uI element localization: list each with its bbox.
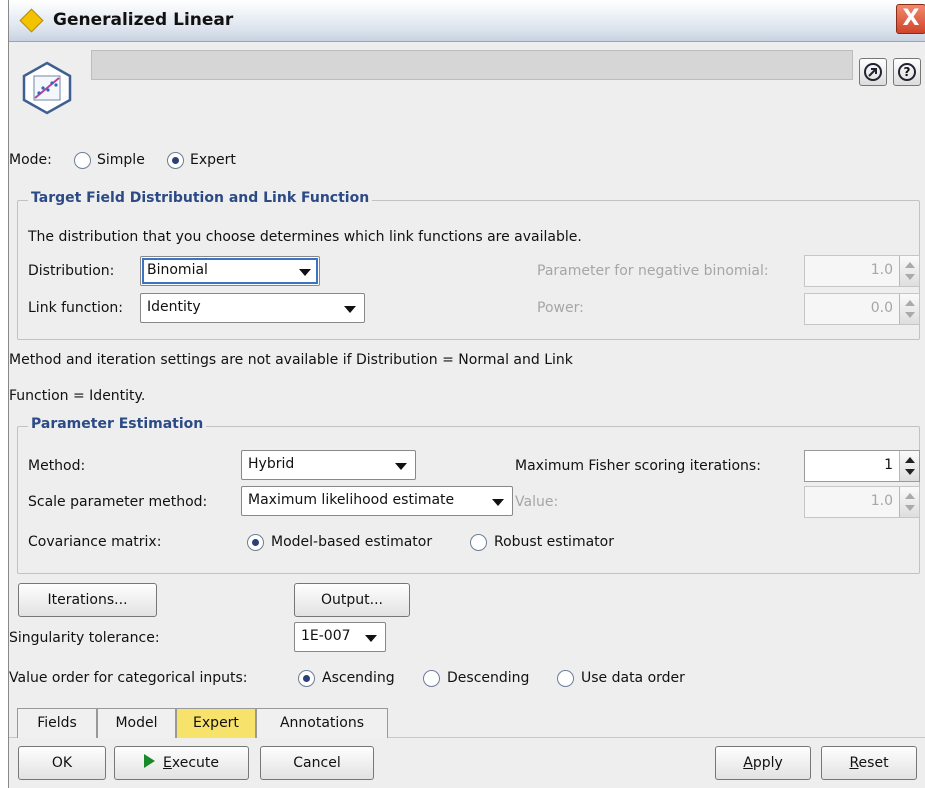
spin-up-icon bbox=[905, 457, 915, 463]
scale-method-value: Maximum likelihood estimate bbox=[248, 492, 455, 508]
spin-down-icon bbox=[905, 312, 915, 318]
descending-label[interactable]: Descending bbox=[447, 670, 529, 686]
apply-mnemonic: A bbox=[743, 755, 753, 771]
launch-arrow-icon bbox=[864, 63, 882, 81]
link-function-value: Identity bbox=[147, 299, 201, 315]
singularity-value: 1E-007 bbox=[301, 628, 351, 644]
tab-fields[interactable]: Fields bbox=[17, 708, 97, 738]
descending-radio[interactable] bbox=[423, 670, 440, 687]
value-order-label: Value order for categorical inputs: bbox=[9, 670, 248, 686]
cov-model-based-radio[interactable] bbox=[247, 534, 264, 551]
app-diamond-icon bbox=[19, 8, 44, 33]
spin-down-icon bbox=[905, 274, 915, 280]
chevron-down-icon bbox=[365, 635, 377, 642]
reset-button[interactable]: Reset bbox=[821, 746, 917, 780]
execute-mnemonic: E bbox=[163, 755, 172, 771]
spinner-buttons[interactable] bbox=[899, 451, 919, 481]
spin-up-icon bbox=[905, 493, 915, 499]
apply-button[interactable]: Apply bbox=[715, 746, 811, 780]
reset-mnemonic: R bbox=[849, 755, 859, 771]
tab-annotations[interactable]: Annotations bbox=[256, 708, 388, 738]
play-icon bbox=[144, 754, 155, 768]
node-name-field[interactable] bbox=[91, 50, 853, 80]
singularity-select[interactable]: 1E-007 bbox=[294, 622, 386, 652]
use-data-order-radio[interactable] bbox=[557, 670, 574, 687]
method-note-line1: Method and iteration settings are not av… bbox=[9, 352, 573, 368]
link-function-label: Link function: bbox=[28, 300, 124, 316]
spinner-buttons[interactable] bbox=[899, 294, 919, 324]
cov-robust-label[interactable]: Robust estimator bbox=[494, 534, 614, 550]
neg-binomial-value: 1.0 bbox=[870, 262, 893, 278]
distribution-select[interactable]: Binomial bbox=[140, 256, 320, 286]
ascending-radio[interactable] bbox=[298, 670, 315, 687]
tab-expert[interactable]: Expert bbox=[176, 708, 256, 738]
chevron-down-icon bbox=[492, 499, 504, 506]
cov-model-based-label[interactable]: Model-based estimator bbox=[271, 534, 432, 550]
spinner-buttons[interactable] bbox=[899, 256, 919, 286]
close-button[interactable]: X bbox=[896, 4, 925, 34]
window-title: Generalized Linear bbox=[53, 10, 234, 30]
distribution-note: The distribution that you choose determi… bbox=[28, 229, 582, 245]
title-bar[interactable]: Generalized Linear X bbox=[9, 0, 925, 42]
chevron-down-icon bbox=[299, 269, 311, 276]
help-icon: ? bbox=[898, 63, 916, 81]
chevron-down-icon bbox=[395, 463, 407, 470]
ascending-label[interactable]: Ascending bbox=[322, 670, 395, 686]
scale-value-value: 1.0 bbox=[870, 493, 893, 509]
mode-expert-label[interactable]: Expert bbox=[190, 152, 236, 168]
launch-icon-button[interactable] bbox=[859, 58, 887, 86]
scale-method-label: Scale parameter method: bbox=[28, 494, 208, 510]
distribution-value: Binomial bbox=[147, 262, 208, 278]
mode-simple-label[interactable]: Simple bbox=[97, 152, 145, 168]
mode-label: Mode: bbox=[9, 152, 52, 168]
tab-model[interactable]: Model bbox=[97, 708, 176, 738]
neg-binomial-label: Parameter for negative binomial: bbox=[537, 263, 769, 279]
method-note-line2: Function = Identity. bbox=[9, 388, 146, 404]
power-spinner[interactable]: 0.0 bbox=[804, 293, 920, 325]
ok-button[interactable]: OK bbox=[18, 746, 106, 780]
use-data-order-label[interactable]: Use data order bbox=[581, 670, 685, 686]
mode-simple-radio[interactable] bbox=[74, 152, 91, 169]
execute-button[interactable]: Execute bbox=[114, 746, 249, 780]
scale-method-select[interactable]: Maximum likelihood estimate bbox=[241, 486, 513, 516]
reset-label: eset bbox=[858, 755, 889, 771]
power-label: Power: bbox=[537, 300, 584, 316]
method-label: Method: bbox=[28, 458, 86, 474]
max-fisher-value: 1 bbox=[884, 457, 893, 473]
distribution-label: Distribution: bbox=[28, 263, 115, 279]
max-fisher-label: Maximum Fisher scoring iterations: bbox=[515, 458, 761, 474]
cancel-button[interactable]: Cancel bbox=[260, 746, 374, 780]
spin-down-icon bbox=[905, 505, 915, 511]
iterations-button[interactable]: Iterations... bbox=[18, 583, 157, 617]
output-button[interactable]: Output... bbox=[294, 583, 410, 617]
neg-binomial-spinner[interactable]: 1.0 bbox=[804, 255, 920, 287]
link-function-select[interactable]: Identity bbox=[140, 293, 365, 323]
power-value: 0.0 bbox=[870, 300, 893, 316]
spin-up-icon bbox=[905, 262, 915, 268]
cov-robust-radio[interactable] bbox=[470, 534, 487, 551]
singularity-label: Singularity tolerance: bbox=[9, 630, 160, 646]
spin-down-icon bbox=[905, 469, 915, 475]
max-fisher-spinner[interactable]: 1 bbox=[804, 450, 920, 482]
execute-label: xecute bbox=[171, 755, 219, 771]
chevron-down-icon bbox=[344, 306, 356, 313]
method-value: Hybrid bbox=[248, 456, 295, 472]
mode-expert-radio[interactable] bbox=[167, 152, 184, 169]
group-title-target: Target Field Distribution and Link Funct… bbox=[28, 190, 373, 206]
spin-up-icon bbox=[905, 300, 915, 306]
method-select[interactable]: Hybrid bbox=[241, 450, 416, 480]
group-title-estimation: Parameter Estimation bbox=[28, 416, 207, 432]
apply-label: pply bbox=[752, 755, 783, 771]
dialog-window: Generalized Linear X ? Mode: Simple Expe… bbox=[8, 0, 925, 788]
scale-value-spinner[interactable]: 1.0 bbox=[804, 486, 920, 518]
generalized-linear-node-icon bbox=[19, 60, 75, 116]
covariance-label: Covariance matrix: bbox=[28, 534, 162, 550]
help-button[interactable]: ? bbox=[893, 58, 921, 86]
scale-value-label: Value: bbox=[515, 494, 559, 510]
spinner-buttons[interactable] bbox=[899, 487, 919, 517]
